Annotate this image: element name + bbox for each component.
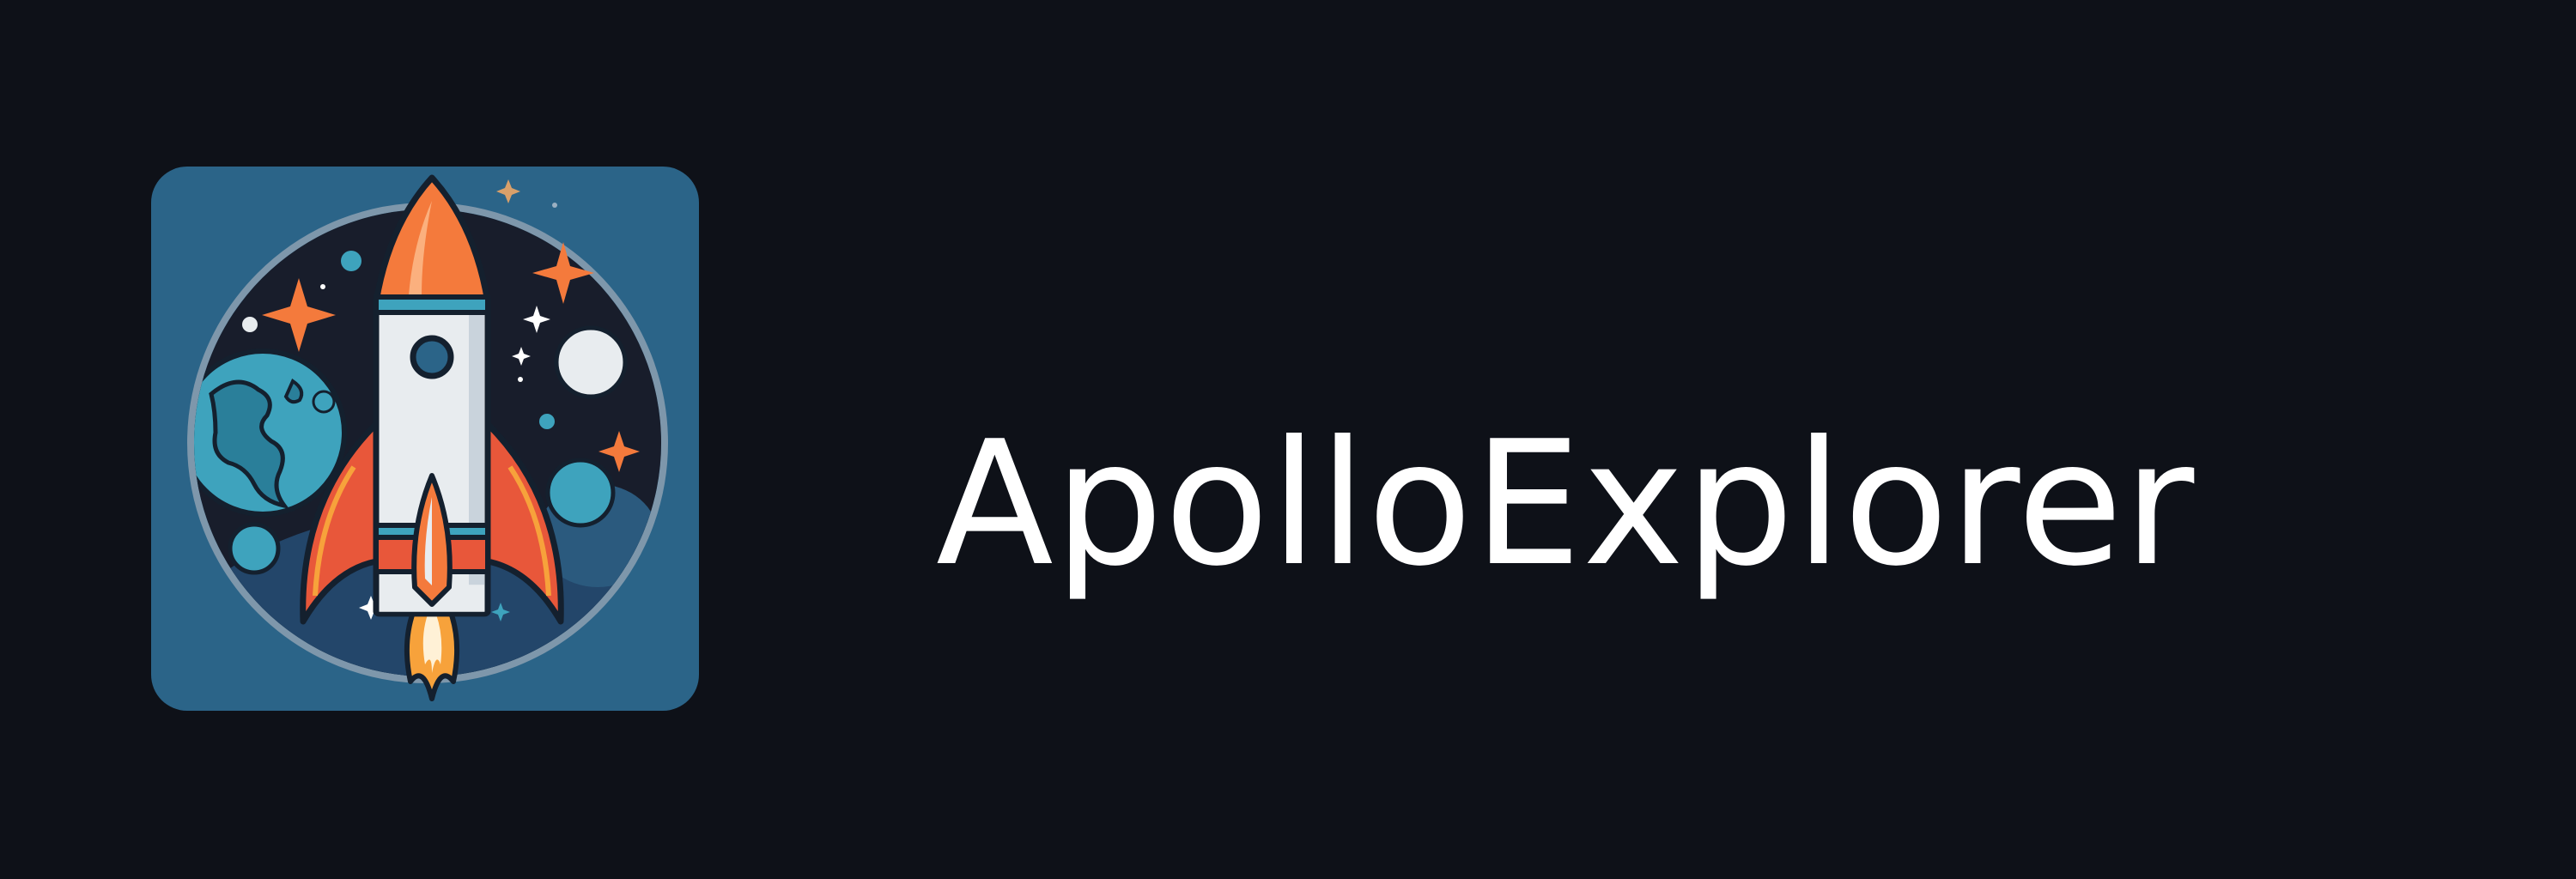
moon-icon [554, 325, 628, 399]
rocket-launch-icon [187, 174, 668, 701]
rocket-body [373, 174, 491, 617]
app-name: ApolloExplorer [936, 404, 2196, 604]
window-icon [410, 335, 454, 379]
app-logo [151, 167, 699, 711]
earth-icon [194, 349, 347, 517]
planet-small-icon [228, 522, 281, 575]
planet-icon [545, 458, 616, 528]
app-banner: ApolloExplorer [0, 0, 2576, 879]
